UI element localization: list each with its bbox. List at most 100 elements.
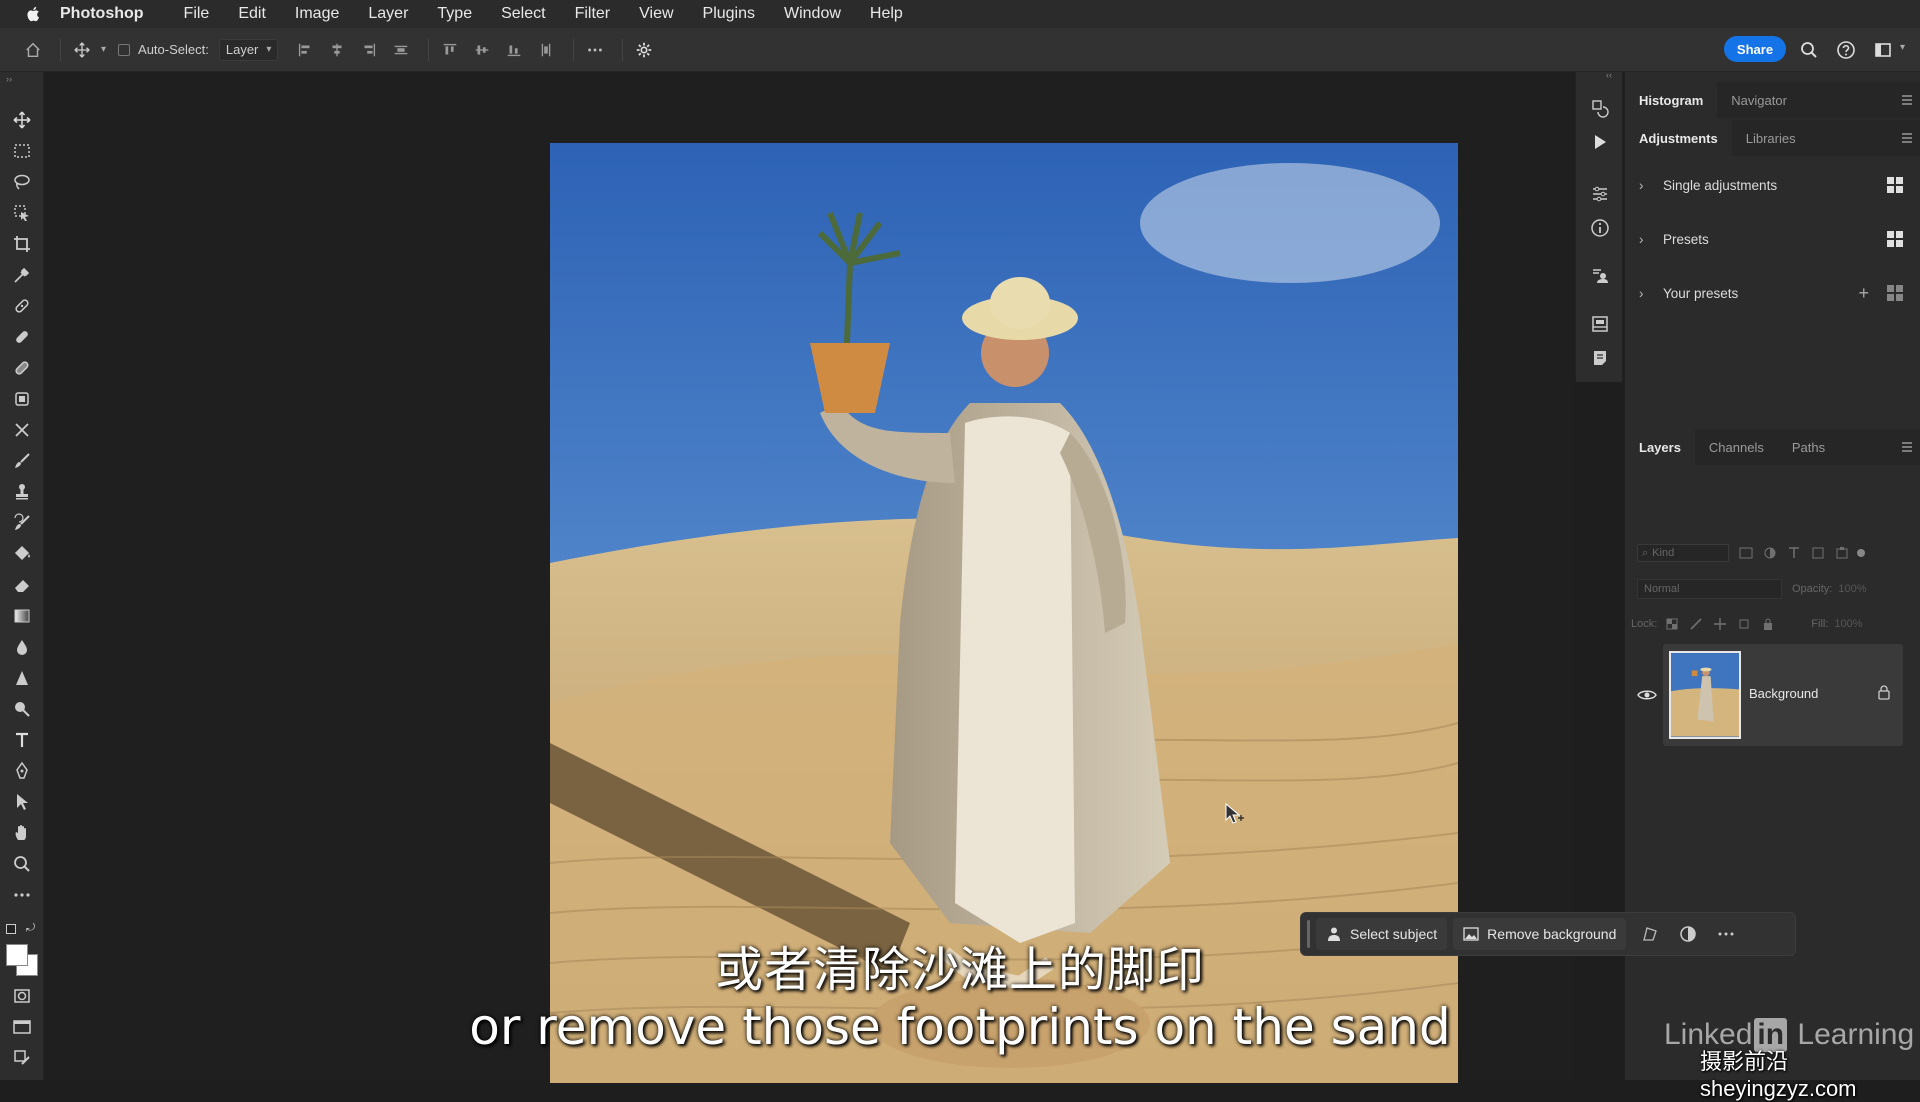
history-brush-icon[interactable] <box>10 511 34 535</box>
collapse-panels-icon[interactable]: ‹‹ <box>1606 70 1612 80</box>
filter-shape-icon[interactable] <box>1809 545 1827 561</box>
presets-row[interactable]: › Presets <box>1639 222 1909 256</box>
single-adjustments-row[interactable]: › Single adjustments <box>1639 168 1909 202</box>
move-tool-icon[interactable] <box>69 37 95 63</box>
opacity-field[interactable]: 100% <box>1838 583 1866 595</box>
auto-select-checkbox[interactable] <box>118 43 131 56</box>
rectangular-marquee-icon[interactable] <box>10 139 34 163</box>
info-icon[interactable] <box>1588 216 1612 240</box>
sharpen-icon[interactable] <box>10 666 34 690</box>
share-button[interactable]: Share <box>1724 36 1786 62</box>
app-name[interactable]: Photoshop <box>60 5 144 23</box>
menu-help[interactable]: Help <box>870 5 903 23</box>
panel-menu-icon[interactable] <box>1901 94 1913 106</box>
filter-smart-object-icon[interactable] <box>1833 545 1851 561</box>
menu-view[interactable]: View <box>639 5 673 23</box>
actions-play-icon[interactable] <box>1588 130 1612 154</box>
lasso-icon[interactable] <box>10 170 34 194</box>
blend-mode-dropdown[interactable]: Normal <box>1637 579 1782 599</box>
layer-kind-filter[interactable]: ⌕ Kind <box>1637 544 1729 562</box>
auto-select-dropdown[interactable]: Layer ▾ <box>218 38 279 61</box>
path-selection-icon[interactable] <box>10 790 34 814</box>
panel-menu-icon[interactable] <box>1901 441 1913 453</box>
tab-libraries[interactable]: Libraries <box>1732 120 1810 156</box>
move-tool-icon[interactable] <box>10 108 34 132</box>
dodge-icon[interactable] <box>10 697 34 721</box>
filter-pixel-icon[interactable] <box>1737 545 1755 561</box>
lock-icon[interactable] <box>1877 684 1891 700</box>
lock-pixels-icon[interactable] <box>1687 616 1705 632</box>
align-top-icon[interactable] <box>437 37 463 63</box>
gradient-icon[interactable] <box>10 604 34 628</box>
more-tools-icon[interactable] <box>10 883 34 907</box>
tab-layers[interactable]: Layers <box>1625 429 1695 465</box>
eraser-icon[interactable] <box>10 573 34 597</box>
foreground-color-swatch[interactable] <box>6 944 28 966</box>
menu-file[interactable]: File <box>184 5 210 23</box>
crop-icon[interactable] <box>10 232 34 256</box>
filter-adjustment-icon[interactable] <box>1761 545 1779 561</box>
spot-healing-icon[interactable] <box>10 294 34 318</box>
tab-paths[interactable]: Paths <box>1778 429 1839 465</box>
grid-view-icon[interactable] <box>1887 285 1903 301</box>
align-middle-icon[interactable] <box>469 37 495 63</box>
collapse-toolbar-icon[interactable]: ›› <box>6 74 12 84</box>
menu-type[interactable]: Type <box>437 5 472 23</box>
menu-layer[interactable]: Layer <box>368 5 408 23</box>
menu-filter[interactable]: Filter <box>575 5 611 23</box>
chevron-down-icon[interactable]: ▾ <box>1900 42 1905 53</box>
grid-view-icon[interactable] <box>1887 177 1903 193</box>
history-panel-icon[interactable] <box>1588 96 1612 120</box>
notes-icon[interactable] <box>1588 346 1612 370</box>
eyedropper-icon[interactable] <box>10 263 34 287</box>
fill-field[interactable]: 100% <box>1834 618 1862 630</box>
lock-all-icon[interactable] <box>1759 616 1777 632</box>
clone-stamp-icon[interactable] <box>10 480 34 504</box>
comments-icon[interactable] <box>1588 264 1612 288</box>
workspace-icon[interactable] <box>1871 38 1895 62</box>
patch-icon[interactable] <box>10 356 34 380</box>
menu-image[interactable]: Image <box>295 5 339 23</box>
hand-icon[interactable] <box>10 821 34 845</box>
zoom-icon[interactable] <box>10 852 34 876</box>
type-icon[interactable] <box>10 728 34 752</box>
blur-icon[interactable] <box>10 635 34 659</box>
grid-view-icon[interactable] <box>1887 231 1903 247</box>
pen-icon[interactable] <box>10 759 34 783</box>
gear-icon[interactable] <box>631 37 657 63</box>
panel-menu-icon[interactable] <box>1901 132 1913 144</box>
layer-row-background[interactable]: Background <box>1663 644 1903 746</box>
search-icon[interactable] <box>1797 38 1821 62</box>
align-center-icon[interactable] <box>324 37 350 63</box>
add-preset-icon[interactable]: + <box>1858 283 1869 304</box>
brush-icon[interactable] <box>10 449 34 473</box>
content-aware-move-icon[interactable] <box>10 418 34 442</box>
home-icon[interactable] <box>20 37 46 63</box>
tab-histogram[interactable]: Histogram <box>1625 82 1718 118</box>
object-selection-icon[interactable] <box>10 201 34 225</box>
tab-navigator[interactable]: Navigator <box>1717 82 1801 118</box>
lock-transparent-icon[interactable] <box>1663 616 1681 632</box>
chevron-down-icon[interactable]: ▾ <box>101 44 106 55</box>
help-icon[interactable] <box>1834 38 1858 62</box>
menu-window[interactable]: Window <box>784 5 841 23</box>
distribute-vertical-icon[interactable] <box>533 37 559 63</box>
lock-artboard-icon[interactable] <box>1735 616 1753 632</box>
more-options-icon[interactable] <box>582 37 608 63</box>
menu-plugins[interactable]: Plugins <box>703 5 755 23</box>
lock-position-icon[interactable] <box>1711 616 1729 632</box>
your-presets-row[interactable]: › Your presets + <box>1639 276 1909 310</box>
menu-select[interactable]: Select <box>501 5 545 23</box>
menu-edit[interactable]: Edit <box>238 5 266 23</box>
tab-channels[interactable]: Channels <box>1695 429 1778 465</box>
tab-adjustments[interactable]: Adjustments <box>1625 120 1732 156</box>
filter-toggle-icon[interactable] <box>1857 549 1865 557</box>
libraries-panel-icon[interactable] <box>1588 312 1612 336</box>
align-right-icon[interactable] <box>356 37 382 63</box>
paint-bucket-icon[interactable] <box>10 542 34 566</box>
healing-brush-icon[interactable] <box>10 325 34 349</box>
align-left-icon[interactable] <box>292 37 318 63</box>
eye-visibility-icon[interactable] <box>1637 688 1657 702</box>
distribute-horizontal-icon[interactable] <box>388 37 414 63</box>
apple-icon[interactable] <box>20 0 48 28</box>
